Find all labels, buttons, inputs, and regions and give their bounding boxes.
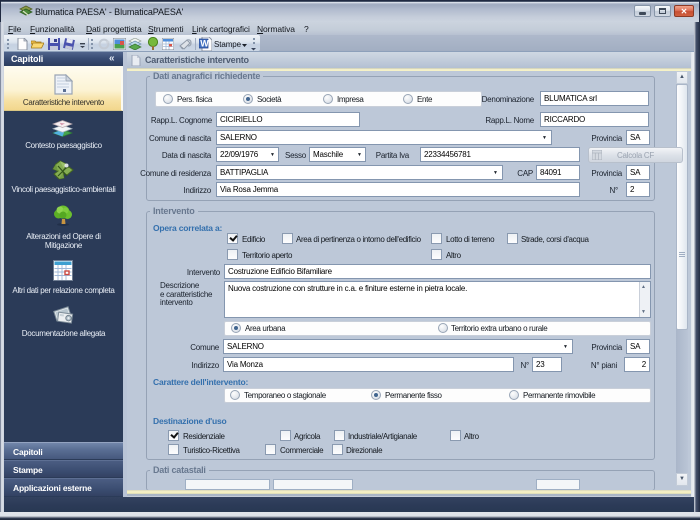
- svg-text:W: W: [200, 39, 209, 49]
